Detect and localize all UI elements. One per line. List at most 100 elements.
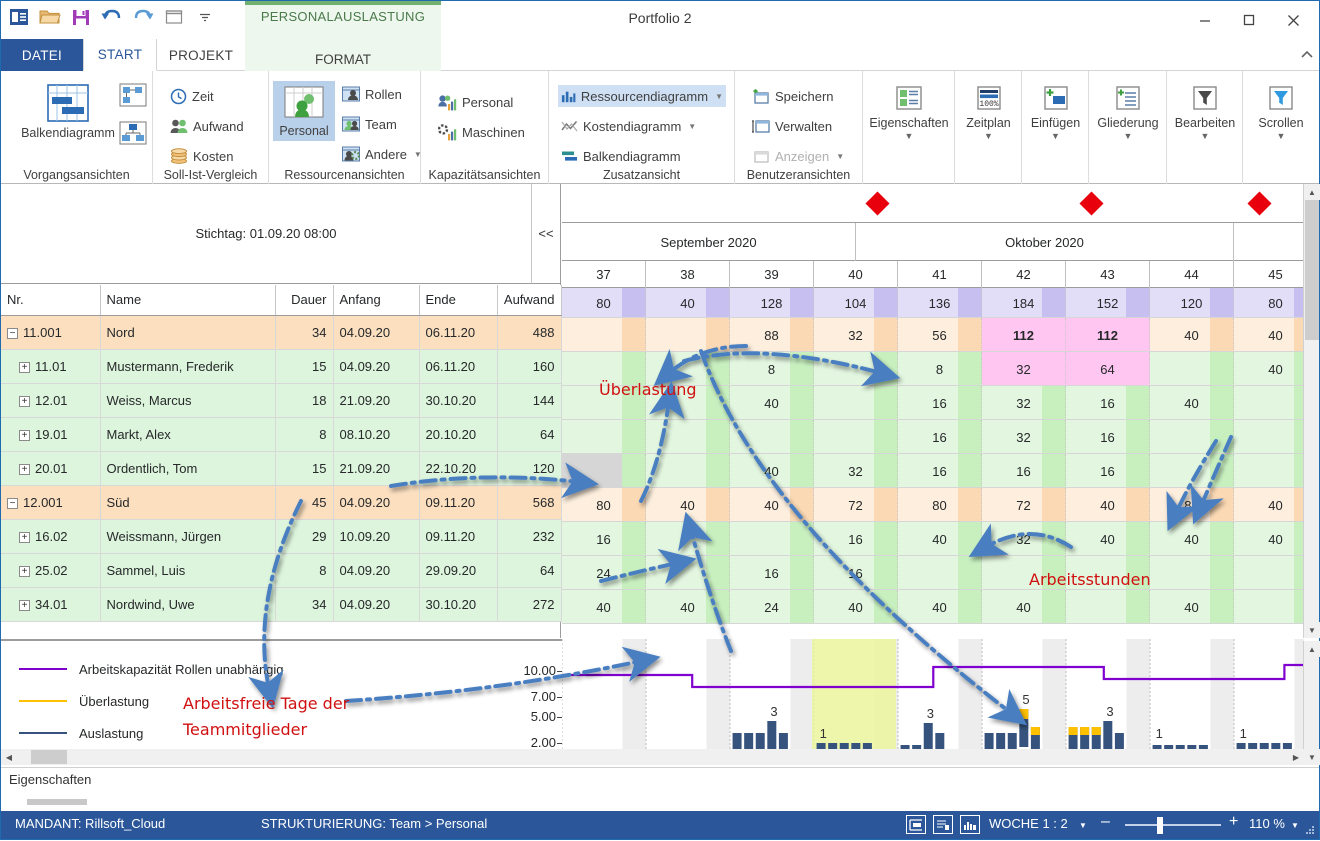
heat-cell[interactable]: 16	[898, 454, 982, 488]
benutzer-verwalten-button[interactable]: Verwalten	[749, 115, 835, 137]
heat-cell[interactable]: 64	[1066, 352, 1150, 386]
aufwand-button[interactable]: Aufwand	[167, 115, 247, 137]
heat-cell[interactable]: 112	[1066, 318, 1150, 352]
heat-cell[interactable]	[646, 420, 730, 454]
heat-cell[interactable]	[562, 454, 646, 488]
diagram-scroll-down-button[interactable]: ▼	[1304, 749, 1320, 765]
kostendiagramm-button[interactable]: Kostendiagramm ▼	[558, 115, 699, 137]
heat-cell[interactable]	[1234, 386, 1304, 420]
tab-projekt[interactable]: PROJEKT	[157, 39, 245, 71]
zeitplan-caret-icon[interactable]: ▼	[984, 131, 993, 141]
collapse-ribbon-icon[interactable]	[1301, 50, 1313, 61]
heat-cell[interactable]	[1234, 556, 1304, 590]
heat-cell[interactable]: 40	[814, 590, 898, 624]
properties-tab[interactable]: Eigenschaften	[9, 772, 91, 787]
bearbeiten-caret-icon[interactable]: ▼	[1201, 131, 1210, 141]
heat-cell[interactable]: 80	[1234, 288, 1304, 318]
close-button[interactable]	[1271, 1, 1315, 39]
heat-cell[interactable]: 32	[982, 420, 1066, 454]
heat-cell[interactable]: 32	[814, 454, 898, 488]
heat-cell[interactable]: 16	[898, 420, 982, 454]
expand-icon[interactable]: +	[19, 599, 30, 611]
heat-cell[interactable]: 40	[562, 590, 646, 624]
balkendiagramm-button[interactable]: Balkendiagramm	[19, 83, 117, 140]
heat-cell[interactable]	[1150, 454, 1234, 488]
column-header-ende[interactable]: Ende	[419, 285, 498, 316]
heat-cell[interactable]: 40	[1150, 386, 1234, 420]
heat-cell[interactable]: 120	[1150, 288, 1234, 318]
kosten-button[interactable]: Kosten	[167, 145, 236, 167]
table-row[interactable]: +12.01 Weiss, Marcus 18 21.09.20 30.10.20 144	[1, 383, 562, 418]
status-scale[interactable]: WOCHE 1 : 2	[989, 816, 1068, 831]
heat-cell[interactable]	[1066, 590, 1150, 624]
table-row[interactable]: −12.001 Süd 45 04.09.20 09.11.20 568	[1, 485, 562, 520]
zoom-slider-handle[interactable]	[1157, 817, 1163, 834]
gliederung-caret-icon[interactable]: ▼	[1124, 131, 1133, 141]
status-scale-caret-icon[interactable]: ▼	[1079, 821, 1087, 830]
heat-cell[interactable]: 16	[562, 522, 646, 556]
kostendiagramm-caret-icon[interactable]: ▼	[688, 122, 696, 131]
eigenschaften-caret-icon[interactable]: ▼	[905, 131, 914, 141]
table-row[interactable]: +19.01 Markt, Alex 8 08.10.20 20.10.20 64	[1, 417, 562, 452]
expand-icon[interactable]: +	[19, 565, 30, 577]
milestone-marker[interactable]	[1247, 191, 1272, 216]
scrollen-caret-icon[interactable]: ▼	[1277, 131, 1286, 141]
column-header-name[interactable]: Name	[100, 285, 276, 316]
heat-cell[interactable]: 40	[898, 522, 982, 556]
heat-cell[interactable]: 128	[730, 288, 814, 318]
heat-cell[interactable]: 24	[562, 556, 646, 590]
bearbeiten-button[interactable]: Bearbeiten ▼	[1167, 85, 1243, 141]
heat-cell[interactable]: 152	[1066, 288, 1150, 318]
grid-scroll-thumb[interactable]	[1305, 200, 1319, 340]
heat-cell[interactable]	[562, 420, 646, 454]
collapse-icon[interactable]: −	[7, 497, 18, 509]
scrollen-button[interactable]: Scrollen ▼	[1243, 85, 1319, 141]
zoom-out-button[interactable]: –	[1101, 813, 1110, 831]
heat-cell[interactable]: 32	[982, 352, 1066, 386]
heat-cell[interactable]: 40	[1234, 522, 1304, 556]
heat-cell[interactable]	[562, 318, 646, 352]
heat-cell[interactable]: 32	[982, 522, 1066, 556]
heat-cell[interactable]: 184	[982, 288, 1066, 318]
heat-cell[interactable]	[814, 420, 898, 454]
heat-cell[interactable]: 40	[1234, 352, 1304, 386]
column-header-aufwand[interactable]: Aufwand	[497, 285, 562, 316]
hscroll-right-button[interactable]: ▶	[1288, 749, 1304, 765]
table-row[interactable]: +16.02 Weissmann, Jürgen 29 10.09.20 09.11.2…	[1, 519, 562, 554]
ressourcendiagramm-caret-icon[interactable]: ▼	[715, 92, 723, 101]
netzplan-button[interactable]	[119, 83, 147, 107]
heat-cell[interactable]	[646, 454, 730, 488]
gliederung-button[interactable]: Gliederung ▼	[1089, 85, 1167, 141]
heat-cell[interactable]: 16	[982, 454, 1066, 488]
heat-cell[interactable]: 16	[730, 556, 814, 590]
heat-cell[interactable]: 32	[982, 386, 1066, 420]
heat-cell[interactable]: 16	[814, 522, 898, 556]
heat-cell[interactable]	[1150, 420, 1234, 454]
zoom-slider[interactable]	[1125, 824, 1221, 826]
minimize-button[interactable]	[1183, 1, 1227, 39]
zoom-in-button[interactable]: +	[1229, 813, 1238, 831]
heat-cell[interactable]: 72	[814, 488, 898, 522]
kapazitaet-personal-button[interactable]: Personal	[435, 91, 516, 113]
collapse-icon[interactable]: −	[7, 327, 18, 339]
heat-cell[interactable]: 88	[730, 318, 814, 352]
rollen-button[interactable]: Rollen	[339, 83, 405, 105]
column-header-dauer[interactable]: Dauer	[275, 285, 334, 316]
heat-cell[interactable]: 104	[814, 288, 898, 318]
heat-cell[interactable]	[814, 386, 898, 420]
heat-cell[interactable]: 16	[1066, 420, 1150, 454]
heat-cell[interactable]	[646, 556, 730, 590]
team-button[interactable]: Team	[339, 113, 400, 135]
heat-cell[interactable]	[898, 556, 982, 590]
diagram-scroll-up-button[interactable]: ▲	[1304, 641, 1320, 657]
heat-cell[interactable]: 40	[730, 386, 814, 420]
personal-view-button[interactable]: Personal	[273, 81, 335, 141]
chart-view-icon[interactable]	[960, 815, 980, 834]
expand-icon[interactable]: +	[19, 531, 30, 543]
heat-cell[interactable]: 40	[1150, 590, 1234, 624]
heat-cell[interactable]: 40	[1066, 522, 1150, 556]
benutzer-anzeigen-button[interactable]: Anzeigen ▼	[749, 145, 847, 167]
heat-cell[interactable]: 56	[898, 318, 982, 352]
heat-cell[interactable]	[1150, 556, 1234, 590]
maximize-button[interactable]	[1227, 1, 1271, 39]
